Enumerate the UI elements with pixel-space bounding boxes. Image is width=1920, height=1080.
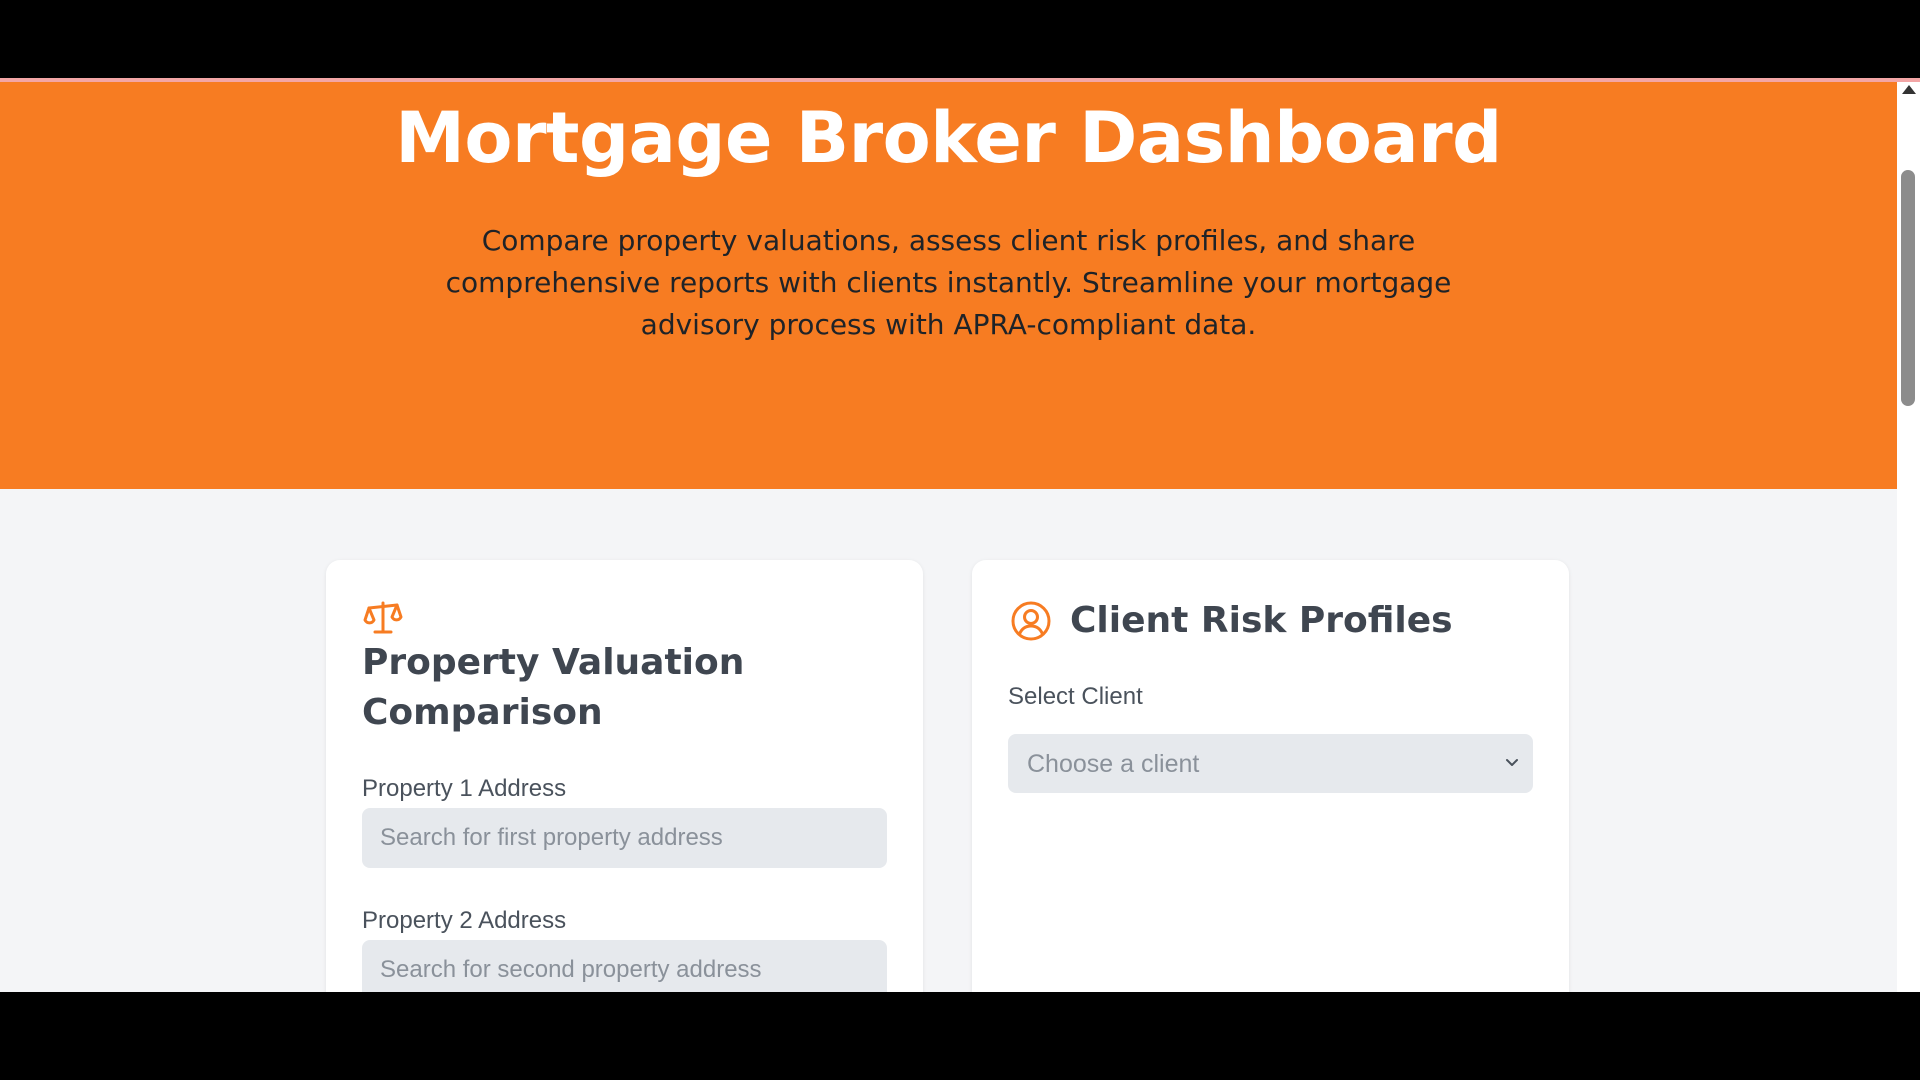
- property1-address-input[interactable]: [362, 808, 887, 868]
- property-valuation-card: Property Valuation Comparison Property 1…: [326, 560, 923, 992]
- select-client-label: Select Client: [1008, 683, 1143, 710]
- client-risk-card: Client Risk Profiles Select Client Choos…: [972, 560, 1569, 992]
- browser-viewport: Mortgage Broker Dashboard Compare proper…: [0, 78, 1920, 992]
- client-select[interactable]: Choose a client: [1008, 734, 1533, 793]
- scrollbar-thumb[interactable]: [1901, 170, 1915, 406]
- client-select-value: Choose a client: [1027, 750, 1200, 778]
- property-valuation-title: Property Valuation Comparison: [362, 642, 745, 733]
- hero-subtitle: Compare property valuations, assess clie…: [445, 224, 1452, 341]
- page-title: Mortgage Broker Dashboard: [395, 97, 1502, 179]
- scroll-up-arrow-icon[interactable]: [1902, 85, 1916, 94]
- property2-address-input[interactable]: [362, 940, 887, 992]
- client-risk-title: Client Risk Profiles: [1070, 600, 1453, 641]
- page-content: Mortgage Broker Dashboard Compare proper…: [0, 82, 1897, 992]
- vertical-scrollbar[interactable]: [1897, 82, 1920, 992]
- user-circle-icon: [1011, 601, 1051, 641]
- property2-label: Property 2 Address: [362, 907, 567, 934]
- property1-label: Property 1 Address: [362, 775, 567, 802]
- hero-banner: Mortgage Broker Dashboard Compare proper…: [0, 82, 1897, 489]
- scale-icon: [363, 601, 403, 634]
- chevron-down-icon: [1506, 759, 1518, 766]
